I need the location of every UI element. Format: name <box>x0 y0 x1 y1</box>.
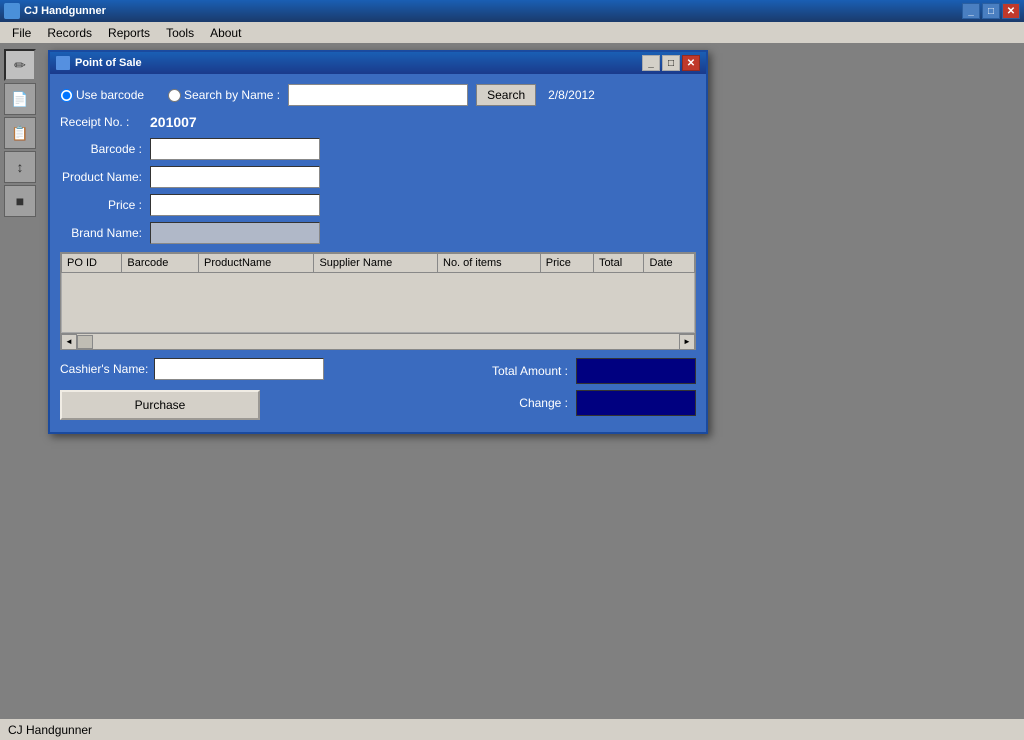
scroll-right-arrow[interactable]: ► <box>679 334 695 350</box>
main-area: ✏ 📄 📋 ↕ ■ Point of Sale _ □ ✕ Use b <box>0 44 1024 718</box>
search-by-name-label[interactable]: Search by Name : <box>168 88 280 102</box>
price-label: Price : <box>60 198 150 212</box>
sidebar-icon-arrow[interactable]: ↕ <box>4 151 36 183</box>
horizontal-scrollbar[interactable]: ◄ ► <box>61 333 695 349</box>
cashier-input[interactable] <box>154 358 324 380</box>
table-body <box>62 273 695 333</box>
search-row: Use barcode Search by Name : Search 2/8/… <box>60 84 696 106</box>
search-by-name-group: Search by Name : <box>168 88 280 102</box>
barcode-input[interactable] <box>150 138 320 160</box>
app-icon <box>4 3 20 19</box>
pos-content: Use barcode Search by Name : Search 2/8/… <box>50 74 706 432</box>
search-button[interactable]: Search <box>476 84 536 106</box>
title-bar-controls: _ □ ✕ <box>962 3 1020 19</box>
product-name-row: Product Name: <box>60 166 696 188</box>
brand-name-label: Brand Name: <box>60 226 150 240</box>
app-title: CJ Handgunner <box>24 5 106 17</box>
menu-reports[interactable]: Reports <box>100 24 158 42</box>
col-no-of-items: No. of items <box>438 254 541 273</box>
status-bar: CJ Handgunner <box>0 718 1024 740</box>
date-display: 2/8/2012 <box>548 88 595 102</box>
sidebar-icon-box[interactable]: ■ <box>4 185 36 217</box>
use-barcode-label[interactable]: Use barcode <box>60 88 144 102</box>
data-table-container: PO ID Barcode ProductName Supplier Name … <box>60 252 696 350</box>
scroll-thumb[interactable] <box>77 335 93 349</box>
brand-name-row: Brand Name: <box>60 222 696 244</box>
pos-maximize-button[interactable]: □ <box>662 55 680 71</box>
total-amount-label: Total Amount : <box>492 364 568 378</box>
table-empty-row <box>62 273 695 333</box>
col-date: Date <box>644 254 695 273</box>
amounts-section: Total Amount : Change : <box>446 358 696 422</box>
product-name-label: Product Name: <box>60 170 150 184</box>
change-label: Change : <box>519 396 568 410</box>
radio-group: Use barcode <box>60 88 144 102</box>
col-price: Price <box>540 254 593 273</box>
brand-name-input[interactable] <box>150 222 320 244</box>
receipt-row: Receipt No. : 201007 <box>60 114 696 130</box>
app-title-bar: CJ Handgunner _ □ ✕ <box>0 0 1024 22</box>
search-name-input[interactable] <box>288 84 468 106</box>
pos-icon <box>56 56 70 70</box>
search-by-name-radio[interactable] <box>168 89 181 102</box>
status-text: CJ Handgunner <box>8 723 92 737</box>
pos-minimize-button[interactable]: _ <box>642 55 660 71</box>
col-po-id: PO ID <box>62 254 122 273</box>
menu-tools[interactable]: Tools <box>158 24 202 42</box>
close-app-button[interactable]: ✕ <box>1002 3 1020 19</box>
sidebar-icon-list[interactable]: 📋 <box>4 117 36 149</box>
col-supplier-name: Supplier Name <box>314 254 438 273</box>
bottom-section: Cashier's Name: Purchase Total Amount : … <box>60 358 696 422</box>
col-total: Total <box>593 254 644 273</box>
cashier-section: Cashier's Name: Purchase <box>60 358 436 420</box>
menu-bar: File Records Reports Tools About <box>0 22 1024 44</box>
change-row: Change : <box>446 390 696 416</box>
use-barcode-radio[interactable] <box>60 89 73 102</box>
product-name-input[interactable] <box>150 166 320 188</box>
sidebar: ✏ 📄 📋 ↕ ■ <box>0 44 40 718</box>
sidebar-icon-doc[interactable]: 📄 <box>4 83 36 115</box>
cashier-row: Cashier's Name: <box>60 358 436 380</box>
pos-title: Point of Sale <box>75 57 142 69</box>
total-amount-display <box>576 358 696 384</box>
price-input[interactable] <box>150 194 320 216</box>
data-table: PO ID Barcode ProductName Supplier Name … <box>61 253 695 333</box>
receipt-number: 201007 <box>150 114 197 130</box>
col-product-name: ProductName <box>199 254 314 273</box>
menu-records[interactable]: Records <box>39 24 100 42</box>
pos-window: Point of Sale _ □ ✕ Use barcode <box>48 50 708 434</box>
menu-file[interactable]: File <box>4 24 39 42</box>
barcode-label: Barcode : <box>60 142 150 156</box>
maximize-app-button[interactable]: □ <box>982 3 1000 19</box>
minimize-app-button[interactable]: _ <box>962 3 980 19</box>
menu-about[interactable]: About <box>202 24 249 42</box>
pos-window-controls: _ □ ✕ <box>642 55 700 71</box>
sidebar-icon-edit[interactable]: ✏ <box>4 49 36 81</box>
total-amount-row: Total Amount : <box>446 358 696 384</box>
purchase-button[interactable]: Purchase <box>60 390 260 420</box>
table-header-row: PO ID Barcode ProductName Supplier Name … <box>62 254 695 273</box>
scroll-left-arrow[interactable]: ◄ <box>61 334 77 350</box>
change-display <box>576 390 696 416</box>
col-barcode: Barcode <box>122 254 199 273</box>
pos-close-button[interactable]: ✕ <box>682 55 700 71</box>
price-row: Price : <box>60 194 696 216</box>
receipt-label: Receipt No. : <box>60 115 150 129</box>
pos-title-bar: Point of Sale _ □ ✕ <box>50 52 706 74</box>
barcode-row: Barcode : <box>60 138 696 160</box>
cashier-label: Cashier's Name: <box>60 362 148 376</box>
